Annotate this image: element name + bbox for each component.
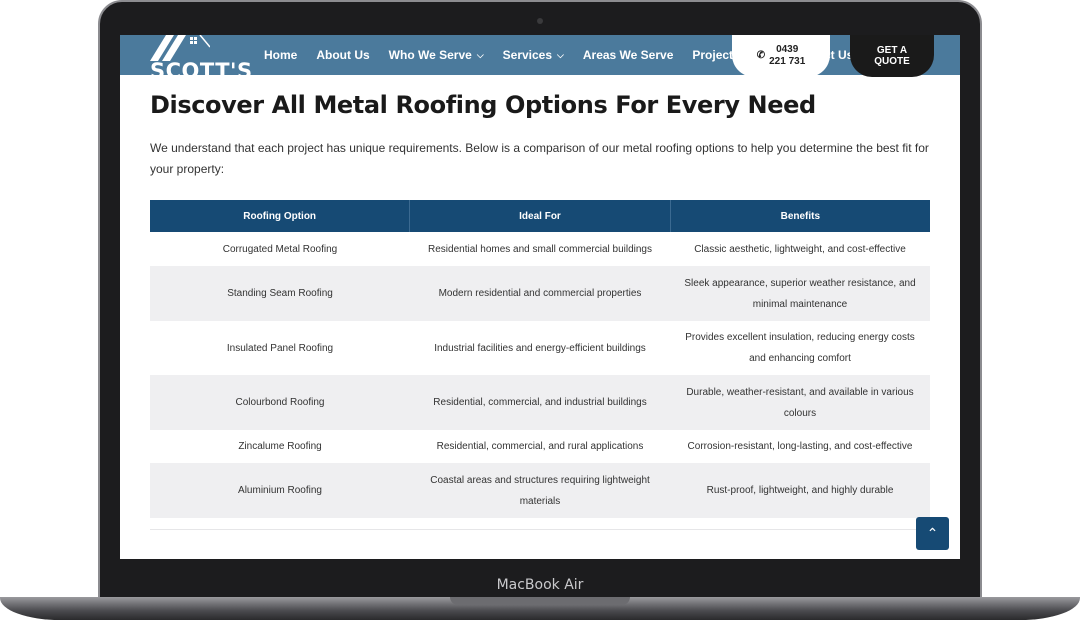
nav-item-about-us[interactable]: About Us <box>316 48 369 62</box>
nav-item-label: Home <box>264 48 298 62</box>
phone-number-line1: 0439 <box>776 44 799 55</box>
chevron-down-icon: ⌵ <box>476 49 484 60</box>
laptop-base-notch <box>450 597 630 605</box>
scroll-to-top-button[interactable]: ⌃ <box>916 517 949 550</box>
nav-item-label: Areas We Serve <box>582 48 674 62</box>
table-row: Aluminium Roofing Coastal areas and stru… <box>150 463 930 518</box>
table-cell: Colourbond Roofing <box>235 397 325 408</box>
camera-dot <box>537 18 543 24</box>
table-cell: Residential, commercial, and industrial … <box>433 397 647 408</box>
site-navbar: SCOTT'S Home About Us Who We Serve ⌵ Ser… <box>120 35 960 83</box>
page-title: Discover All Metal Roofing Options For E… <box>150 91 816 119</box>
column-header-ideal-for: Ideal For <box>409 200 669 232</box>
table-cell: Residential homes and small commercial b… <box>428 243 652 255</box>
phone-number-line2: 221 731 <box>769 56 806 67</box>
nav-item-home[interactable]: Home <box>264 48 297 62</box>
table-row: Corrugated Metal Roofing Residential hom… <box>150 232 930 266</box>
nav-menu: Home About Us Who We Serve ⌵ Services ⌵ … <box>264 35 759 75</box>
logo-text: SCOTT'S <box>150 59 253 83</box>
table-cell: Residential, commercial, and rural appli… <box>436 441 644 452</box>
intro-paragraph: We understand that each project has uniq… <box>150 141 929 176</box>
table-cell: Standing Seam Roofing <box>227 288 333 299</box>
table-row: Insulated Panel Roofing Industrial facil… <box>150 321 930 375</box>
table-cell: Industrial facilities and energy-efficie… <box>434 342 646 354</box>
phone-icon: ✆ <box>756 50 766 61</box>
table-cell: Aluminium Roofing <box>238 485 322 496</box>
table-cell: Rust-proof, lightweight, and highly dura… <box>706 485 894 496</box>
roof-logo-icon <box>150 35 210 61</box>
phone-button[interactable]: ✆ 0439 221 731 <box>732 35 830 77</box>
table-row: Zincalume Roofing Residential, commercia… <box>150 430 930 463</box>
nav-item-services[interactable]: Services ⌵ <box>503 48 564 62</box>
screen: SCOTT'S Home About Us Who We Serve ⌵ Ser… <box>120 35 960 559</box>
get-a-quote-button[interactable]: GET A QUOTE <box>850 35 934 77</box>
chevron-up-icon: ⌃ <box>926 525 939 541</box>
chevron-down-icon: ⌵ <box>557 49 564 60</box>
column-header-roofing-option: Roofing Option <box>243 210 317 222</box>
table-header: Roofing Option Ideal For Benefits <box>150 200 930 232</box>
table-cell: Insulated Panel Roofing <box>226 342 334 354</box>
nav-item-label: Services <box>502 48 553 62</box>
quote-label-line2: QUOTE <box>874 56 910 67</box>
table-cell: Provides excellent insulation, reducing … <box>685 332 915 364</box>
nav-item-label: Who We Serve <box>388 48 472 62</box>
table-row: Colourbond Roofing Residential, commerci… <box>150 375 930 430</box>
column-header-benefits: Benefits <box>669 200 930 232</box>
nav-item-who-we-serve[interactable]: Who We Serve ⌵ <box>389 48 484 62</box>
table-row: Standing Seam Roofing Modern residential… <box>150 266 930 321</box>
table-cell: Modern residential and commercial proper… <box>438 288 642 299</box>
table-cell: Corrosion-resistant, long-lasting, and c… <box>687 441 913 452</box>
table-cell: Coastal areas and structures requiring l… <box>430 474 650 507</box>
table-cell: Sleek appearance, superior weather resis… <box>684 277 916 310</box>
nav-item-label: About Us <box>316 48 370 62</box>
nav-item-areas-we-serve[interactable]: Areas We Serve <box>583 48 674 62</box>
site-logo[interactable]: SCOTT'S <box>144 35 252 91</box>
device-model-label: MacBook Air <box>496 577 584 593</box>
table-cell: Corrugated Metal Roofing <box>222 243 338 255</box>
table-cell: Durable, weather-resistant, and availabl… <box>686 386 914 419</box>
table-cell: Zincalume Roofing <box>238 441 322 452</box>
roofing-comparison-table: Roofing Option Ideal For Benefits Corrug… <box>150 200 930 530</box>
table-divider <box>150 518 930 530</box>
quote-label-line1: GET A <box>876 45 908 56</box>
table-cell: Classic aesthetic, lightweight, and cost… <box>694 243 906 255</box>
